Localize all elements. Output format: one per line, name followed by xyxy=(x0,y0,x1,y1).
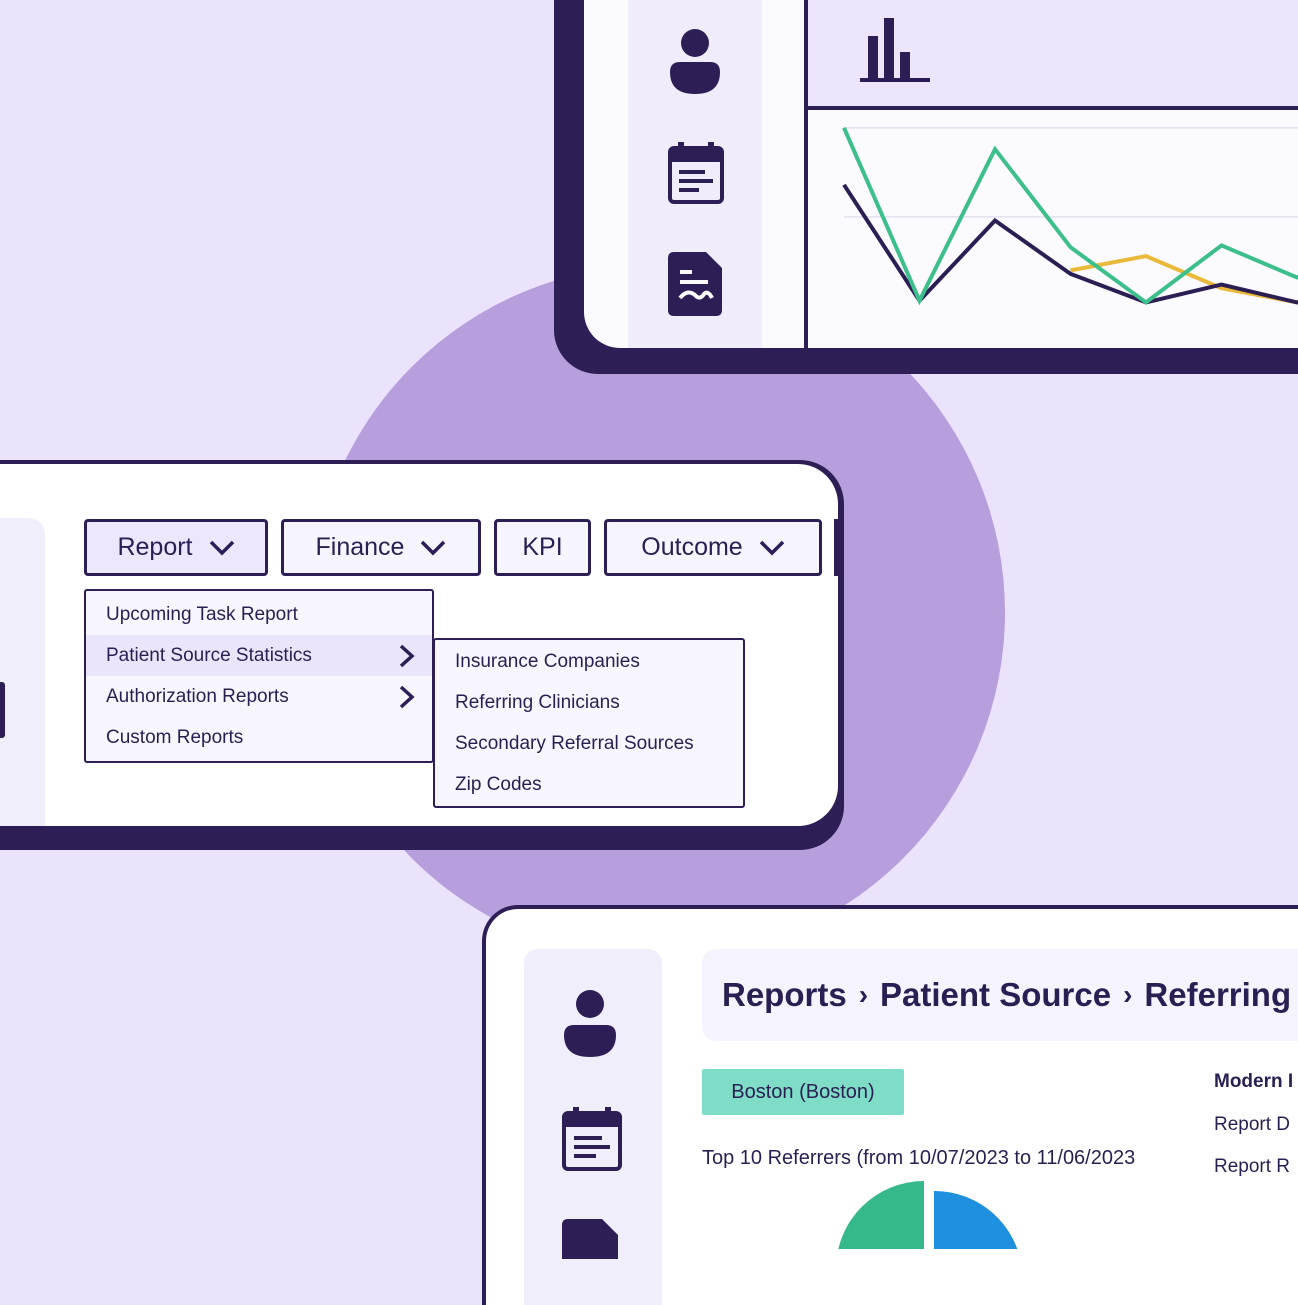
submenu-item-label: Zip Codes xyxy=(455,774,542,796)
kpi-menu-button[interactable]: KPI xyxy=(494,519,591,576)
kpi-menu-label: KPI xyxy=(522,533,562,562)
submenu-item-label: Secondary Referral Sources xyxy=(455,733,694,755)
report-card-body: Reports › Patient Source › Referring Bos… xyxy=(486,909,1298,1305)
chevron-right-icon xyxy=(398,685,416,709)
submenu-item-referring-clinicians[interactable]: Referring Clinicians xyxy=(435,682,743,723)
submenu-item-zip-codes[interactable]: Zip Codes xyxy=(435,764,743,805)
breadcrumb-item-patient-source[interactable]: Patient Source xyxy=(880,976,1111,1014)
menu-item-upcoming-task-report[interactable]: Upcoming Task Report xyxy=(86,594,432,635)
breadcrumb-item-reports[interactable]: Reports xyxy=(722,976,847,1014)
next-menu-button-edge[interactable] xyxy=(834,519,838,576)
report-card-sidebar xyxy=(524,949,662,1305)
breadcrumb-separator-icon: › xyxy=(859,979,868,1011)
menu-item-label: Custom Reports xyxy=(106,727,243,749)
document-icon[interactable] xyxy=(562,1219,618,1259)
patient-source-submenu: Insurance Companies Referring Clinicians… xyxy=(433,638,745,808)
breadcrumb-item-referring[interactable]: Referring xyxy=(1144,976,1291,1014)
pie-slice-blue[interactable] xyxy=(934,1191,1022,1249)
chevron-down-icon xyxy=(420,540,446,556)
referrers-pie-chart xyxy=(802,1179,1062,1249)
menu-item-custom-reports[interactable]: Custom Reports xyxy=(86,717,432,758)
chart-card-body xyxy=(584,0,1298,348)
user-icon[interactable] xyxy=(668,28,722,94)
report-menu-card: Report Finance KPI Outcome Upcoming Task… xyxy=(0,460,844,850)
submenu-item-label: Referring Clinicians xyxy=(455,692,620,714)
submenu-item-secondary-referral-sources[interactable]: Secondary Referral Sources xyxy=(435,723,743,764)
meta-report-range: Report R xyxy=(1214,1156,1290,1178)
menu-item-authorization-reports[interactable]: Authorization Reports xyxy=(86,676,432,717)
breadcrumb: Reports › Patient Source › Referring xyxy=(702,949,1298,1041)
submenu-item-insurance-companies[interactable]: Insurance Companies xyxy=(435,641,743,682)
sidebar-scroll-indicator[interactable] xyxy=(0,682,5,738)
top-referrers-caption: Top 10 Referrers (from 10/07/2023 to 11/… xyxy=(702,1147,1135,1170)
bar-chart-icon[interactable] xyxy=(860,18,930,82)
meta-title: Modern I xyxy=(1214,1071,1293,1093)
chevron-down-icon xyxy=(759,540,785,556)
report-menu-button[interactable]: Report xyxy=(84,519,268,576)
finance-menu-button[interactable]: Finance xyxy=(281,519,481,576)
chart-card xyxy=(554,0,1298,374)
meta-report-date: Report D xyxy=(1214,1114,1290,1136)
user-icon[interactable] xyxy=(562,989,618,1057)
chart-header xyxy=(808,0,1298,110)
chevron-down-icon xyxy=(209,540,235,556)
location-badge-label: Boston (Boston) xyxy=(731,1081,874,1104)
breadcrumb-separator-icon: › xyxy=(1123,979,1132,1011)
chevron-right-icon xyxy=(398,644,416,668)
menu-item-label: Authorization Reports xyxy=(106,686,289,708)
calendar-icon[interactable] xyxy=(562,1107,622,1171)
pie-slice-green[interactable] xyxy=(836,1181,924,1249)
menu-card-sidebar xyxy=(0,518,45,826)
report-menu-body: Report Finance KPI Outcome Upcoming Task… xyxy=(0,464,838,826)
calendar-icon[interactable] xyxy=(668,142,724,204)
line-chart xyxy=(808,110,1298,348)
menu-item-patient-source-statistics[interactable]: Patient Source Statistics xyxy=(86,635,432,676)
report-dropdown: Upcoming Task Report Patient Source Stat… xyxy=(84,589,434,763)
outcome-menu-label: Outcome xyxy=(641,533,742,562)
document-signature-icon[interactable] xyxy=(668,252,722,316)
report-card: Reports › Patient Source › Referring Bos… xyxy=(482,905,1298,1305)
menu-item-label: Upcoming Task Report xyxy=(106,604,298,626)
menu-item-label: Patient Source Statistics xyxy=(106,645,312,667)
outcome-menu-button[interactable]: Outcome xyxy=(604,519,822,576)
report-menu-label: Report xyxy=(117,533,192,562)
location-badge[interactable]: Boston (Boston) xyxy=(702,1069,904,1115)
submenu-item-label: Insurance Companies xyxy=(455,651,640,673)
finance-menu-label: Finance xyxy=(316,533,405,562)
